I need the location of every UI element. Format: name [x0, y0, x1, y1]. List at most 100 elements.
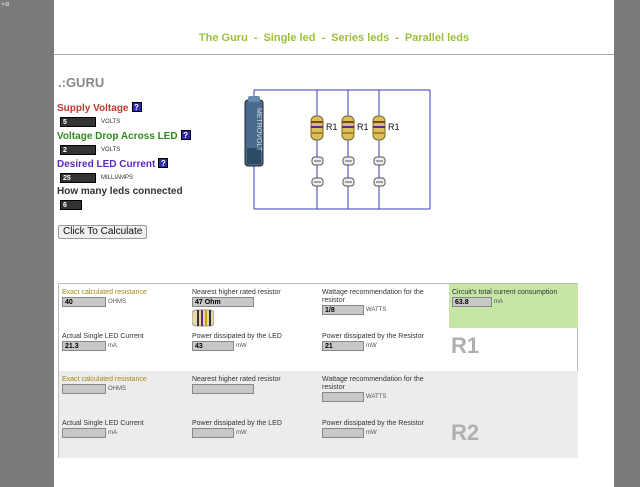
r1-nearest-resistor-label: Nearest higher rated resistor — [192, 289, 281, 296]
r2-nearest-resistor-output — [192, 384, 254, 394]
led-icon — [311, 177, 324, 187]
r1-power-led-unit: mW — [236, 343, 247, 349]
r1-exact-resistance-output: 40 — [62, 297, 106, 307]
led-current-unit: MILLIAMPS — [101, 175, 134, 181]
resistor-color-code-icon — [192, 309, 214, 327]
nav-link-series-leds[interactable]: Series leds — [331, 32, 389, 44]
r1-single-led-current: Actual Single LED Current 21.3 mA — [62, 333, 187, 351]
r1-exact-resistance-unit: OHMS — [108, 299, 126, 305]
nav-separator: - — [321, 32, 326, 44]
r1-power-resistor-unit: mW — [366, 343, 377, 349]
corner-glyph: »ø — [1, 0, 10, 8]
led-current-help-icon[interactable]: ? — [158, 158, 169, 168]
r1-exact-resistance-label: Exact calculated resistance — [62, 289, 147, 296]
led-icon — [373, 156, 386, 166]
r1-wattage-unit: WATTS — [366, 307, 387, 313]
nav-link-parallel-leds[interactable]: Parallel leds — [405, 32, 469, 44]
r2-nearest-resistor-label: Nearest higher rated resistor — [192, 376, 281, 383]
voltage-drop-input[interactable]: 2 — [60, 145, 96, 155]
nav-link-the-guru[interactable]: The Guru — [199, 32, 248, 44]
supply-voltage-unit: VOLTS — [101, 119, 121, 125]
r1-nearest-resistor: Nearest higher rated resistor 47 Ohm — [192, 289, 317, 328]
top-navigation: The Guru - Single led - Series leds - Parallel… — [54, 32, 614, 44]
voltage-drop-label-text: Voltage Drop Across LED — [57, 131, 178, 142]
nav-link-single-led[interactable]: Single led — [263, 32, 315, 44]
circuit-diagram: METROVOLT R1 R1 R1 — [244, 89, 431, 210]
r2-wattage-output — [322, 392, 364, 402]
resistor-icon — [372, 115, 386, 141]
resistor-label: R1 — [357, 122, 369, 132]
r2-wattage: Wattage recommendation for the resistor … — [322, 376, 447, 402]
led-current-row: 25 MILLIAMPS — [60, 173, 133, 183]
calculate-button[interactable]: Click To Calculate — [58, 225, 148, 239]
r1-power-led-label: Power dissipated by the LED — [192, 333, 282, 340]
led-count-input[interactable]: 6 — [60, 200, 82, 210]
resistor-icon — [341, 115, 355, 141]
r2-wattage-label: Wattage recommendation for the resistor — [322, 376, 424, 391]
r2-power-led-label: Power dissipated by the LED — [192, 420, 282, 427]
r1-single-led-current-output: 21.3 — [62, 341, 106, 351]
led-current-label-text: Desired LED Current — [57, 159, 156, 170]
supply-voltage-help-icon[interactable]: ? — [131, 102, 142, 112]
supply-voltage-label-text: Supply Voltage — [57, 103, 129, 114]
r2-power-resistor-unit: mW — [366, 430, 377, 436]
resistor-icon — [310, 115, 324, 141]
r2-power-led-output — [192, 428, 234, 438]
r1-power-resistor: Power dissipated by the Resistor 21 mW — [322, 333, 447, 351]
voltage-drop-help-icon[interactable]: ? — [180, 130, 191, 140]
r1-power-led-output: 43 — [192, 341, 234, 351]
r2-power-led-unit: mW — [236, 430, 247, 436]
voltage-drop-label: Voltage Drop Across LED? — [57, 130, 191, 142]
r2-single-led-current-unit: mA — [108, 430, 117, 436]
voltage-drop-unit: VOLTS — [101, 147, 121, 153]
led-count-label: How many leds connected — [57, 186, 183, 197]
r1-wattage-label: Wattage recommendation for the resistor — [322, 289, 424, 304]
supply-voltage-input[interactable]: 5 — [60, 117, 96, 127]
r2-single-led-current-label: Actual Single LED Current — [62, 420, 144, 427]
r2-power-resistor-label: Power dissipated by the Resistor — [322, 420, 424, 427]
supply-voltage-label: Supply Voltage? — [57, 102, 142, 114]
header-divider — [54, 54, 614, 55]
r2-nearest-resistor: Nearest higher rated resistor — [192, 376, 317, 394]
results-panel: Exact calculated resistance 40 OHMS Neare… — [58, 283, 578, 458]
r2-exact-resistance-output — [62, 384, 106, 394]
r2-exact-resistance-label: Exact calculated resistance — [62, 376, 147, 383]
r2-tag: R2 — [451, 420, 480, 445]
r1-total-current-output: 63.8 — [452, 297, 492, 307]
nav-separator: - — [253, 32, 258, 44]
led-icon — [373, 177, 386, 187]
r1-total-current: Circuit's total current consumption 63.8… — [452, 289, 577, 307]
r1-single-led-current-label: Actual Single LED Current — [62, 333, 144, 340]
r1-tag: R1 — [451, 333, 480, 358]
r1-power-resistor-output: 21 — [322, 341, 364, 351]
led-count-row: 6 — [60, 200, 82, 210]
r1-total-current-unit: mA — [494, 299, 503, 305]
led-current-label: Desired LED Current? — [57, 158, 169, 170]
r1-nearest-resistor-output: 47 Ohm — [192, 297, 254, 307]
page-title: .:GURU — [58, 75, 105, 90]
supply-voltage-row: 5 VOLTS — [60, 117, 120, 127]
led-icon — [311, 156, 324, 166]
resistor-label: R1 — [326, 122, 338, 132]
voltage-drop-row: 2 VOLTS — [60, 145, 120, 155]
r2-single-led-current-output — [62, 428, 106, 438]
r1-power-led: Power dissipated by the LED 43 mW — [192, 333, 317, 351]
r1-wattage-output: 1/8 — [322, 305, 364, 315]
resistor-label: R1 — [388, 122, 400, 132]
led-current-input[interactable]: 25 — [60, 173, 96, 183]
r2-power-resistor-output — [322, 428, 364, 438]
r1-power-resistor-label: Power dissipated by the Resistor — [322, 333, 424, 340]
r2-exact-resistance: Exact calculated resistance OHMS — [62, 376, 187, 394]
r1-single-led-current-unit: mA — [108, 343, 117, 349]
r1-wattage: Wattage recommendation for the resistor … — [322, 289, 447, 315]
r1-exact-resistance: Exact calculated resistance 40 OHMS — [62, 289, 187, 307]
page-content: The Guru - Single led - Series leds - Parallel… — [54, 0, 614, 487]
led-icon — [342, 156, 355, 166]
battery-icon: METROVOLT — [244, 96, 264, 167]
r2-single-led-current: Actual Single LED Current mA — [62, 420, 187, 438]
battery-label: METROVOLT — [255, 108, 262, 152]
r2-power-led: Power dissipated by the LED mW — [192, 420, 317, 438]
r1-total-current-label: Circuit's total current consumption — [452, 289, 558, 296]
nav-separator: - — [395, 32, 399, 44]
led-icon — [342, 177, 355, 187]
